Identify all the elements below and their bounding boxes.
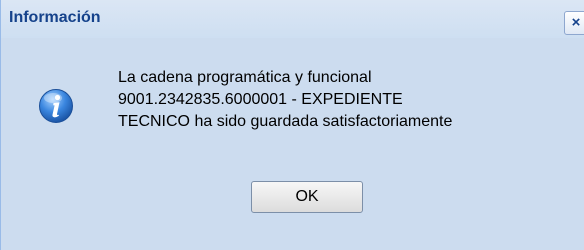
- dialog-title: Información: [9, 9, 101, 26]
- info-icon: [39, 89, 73, 123]
- close-button[interactable]: ×: [564, 11, 584, 35]
- dialog-titlebar[interactable]: Información ×: [1, 0, 584, 38]
- message-dialog: Información × La cadena programática y f…: [0, 0, 584, 250]
- ok-button[interactable]: OK: [251, 181, 363, 213]
- dialog-message: La cadena programática y funcional 9001.…: [118, 69, 453, 130]
